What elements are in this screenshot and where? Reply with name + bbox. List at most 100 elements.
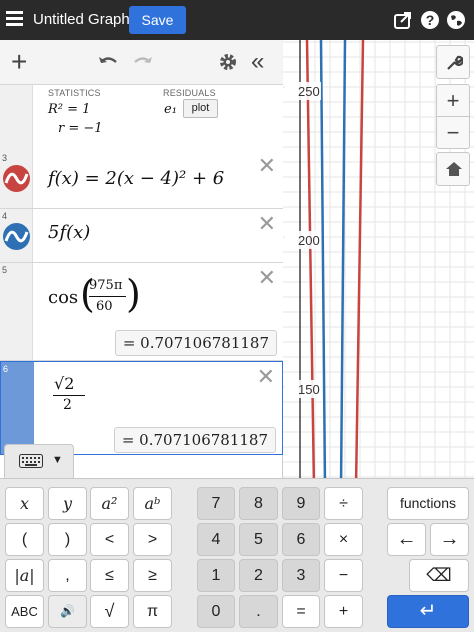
expression-gutter: 4 xyxy=(0,209,33,262)
expression-number: 4 xyxy=(2,211,8,221)
cos-function[interactable]: cos xyxy=(48,287,78,308)
backspace-icon[interactable]: ⌫ xyxy=(409,559,469,592)
cursor-left-arrow-icon[interactable]: ← xyxy=(387,523,426,556)
help-icon[interactable]: ? xyxy=(420,10,440,30)
expression-gutter: 3 xyxy=(0,151,33,208)
graph-title[interactable]: Untitled Graph xyxy=(33,11,130,28)
expression-number: 3 xyxy=(2,153,8,163)
graph-toggle-icon[interactable] xyxy=(3,165,30,192)
y-tick-label: 200 xyxy=(298,233,320,248)
key-0[interactable]: 0 xyxy=(197,595,235,628)
statistics-label: STATISTICS xyxy=(48,88,101,98)
expression-row[interactable]: 4 5f(x) ✕ xyxy=(0,209,283,263)
fraction-numerator[interactable]: 975π xyxy=(89,278,122,293)
delete-expression-icon[interactable]: ✕ xyxy=(257,366,275,388)
key-divide[interactable]: ÷ xyxy=(324,487,363,520)
expression-gutter: 5 xyxy=(0,263,33,360)
key-y[interactable]: y xyxy=(48,487,87,520)
expression-row[interactable]: 5 cos ( 975π 60 ) ✕ = 0.707106781187 xyxy=(0,263,283,361)
expression-latex[interactable]: f(x) = 2(x − 4)² + 6 xyxy=(48,168,224,189)
y-tick-label: 250 xyxy=(298,84,320,99)
key-9[interactable]: 9 xyxy=(282,487,320,520)
key-2[interactable]: 2 xyxy=(239,559,278,592)
expression-number: 6 xyxy=(3,364,9,374)
key-comma[interactable]: , xyxy=(48,559,87,592)
r-value: r = −1 xyxy=(58,121,103,136)
enter-key-icon[interactable]: ↵ xyxy=(387,595,469,628)
share-icon[interactable] xyxy=(393,10,413,30)
evaluation-result: = 0.707106781187 xyxy=(114,330,277,356)
expression-toolbar: + « xyxy=(0,40,283,85)
settings-gear-icon[interactable] xyxy=(219,53,237,71)
expression-list: + « STATISTICS RESIDUALS R² = 1 r = −1 e… xyxy=(0,40,283,488)
graph-canvas[interactable]: 250 200 150 + − xyxy=(283,40,474,488)
plot-residuals-button[interactable]: plot xyxy=(183,99,218,118)
keyboard-toggle[interactable]: ▼ xyxy=(4,444,74,478)
key-greater-equal[interactable]: ≥ xyxy=(133,559,172,592)
undo-icon[interactable] xyxy=(98,54,118,70)
cursor-right-arrow-icon[interactable]: → xyxy=(430,523,469,556)
key-absolute-value[interactable]: |a| xyxy=(5,559,44,592)
hamburger-menu-icon[interactable] xyxy=(6,11,23,26)
key-less-equal[interactable]: ≤ xyxy=(90,559,129,592)
default-viewport-button[interactable] xyxy=(436,152,470,186)
key-less-than[interactable]: < xyxy=(90,523,129,556)
close-paren: ) xyxy=(126,272,141,316)
key-minus[interactable]: − xyxy=(324,559,363,592)
expression-gutter: 6 xyxy=(1,362,34,454)
graph-settings-button[interactable] xyxy=(436,45,470,79)
evaluation-result: = 0.707106781187 xyxy=(113,427,276,453)
key-7[interactable]: 7 xyxy=(197,487,235,520)
add-item-icon[interactable]: + xyxy=(11,48,27,76)
expression-number: 5 xyxy=(2,265,8,275)
zoom-out-button[interactable]: − xyxy=(436,116,470,149)
key-pi[interactable]: π xyxy=(133,595,172,628)
key-close-paren[interactable]: ) xyxy=(48,523,87,556)
key-5[interactable]: 5 xyxy=(239,523,278,556)
keyboard-icon xyxy=(19,454,43,468)
fraction-denominator[interactable]: 2 xyxy=(63,397,72,413)
fraction-denominator[interactable]: 60 xyxy=(96,299,113,314)
zoom-in-button[interactable]: + xyxy=(436,84,470,117)
top-bar: Untitled Graph Save ? xyxy=(0,0,474,40)
curve-f xyxy=(305,40,316,488)
math-keypad: x y a² aᵇ 7 8 9 ÷ functions ( ) < > 4 5 … xyxy=(0,478,474,632)
key-x[interactable]: x xyxy=(5,487,44,520)
collapse-panel-icon[interactable]: « xyxy=(251,49,264,75)
r-squared-value: R² = 1 xyxy=(48,102,91,117)
graph-toggle-icon[interactable] xyxy=(3,223,30,250)
expression-row[interactable]: 3 f(x) = 2(x − 4)² + 6 ✕ xyxy=(0,151,283,209)
delete-expression-icon[interactable]: ✕ xyxy=(258,155,276,177)
abc-keyboard-button[interactable]: ABC xyxy=(5,595,44,628)
key-open-paren[interactable]: ( xyxy=(5,523,44,556)
key-decimal[interactable]: . xyxy=(239,595,278,628)
save-button[interactable]: Save xyxy=(129,6,186,34)
key-4[interactable]: 4 xyxy=(197,523,235,556)
home-icon xyxy=(446,162,462,176)
key-1[interactable]: 1 xyxy=(197,559,235,592)
key-plus[interactable]: + xyxy=(324,595,363,628)
key-sqrt[interactable]: √ xyxy=(90,595,129,628)
key-multiply[interactable]: × xyxy=(324,523,363,556)
key-greater-than[interactable]: > xyxy=(133,523,172,556)
chevron-down-icon: ▼ xyxy=(52,454,63,466)
fraction-bar xyxy=(89,296,126,297)
key-3[interactable]: 3 xyxy=(282,559,320,592)
fraction-numerator[interactable]: √2 xyxy=(54,374,74,393)
key-8[interactable]: 8 xyxy=(239,487,278,520)
expression-latex[interactable]: 5f(x) xyxy=(48,222,90,243)
key-squared[interactable]: a² xyxy=(90,487,129,520)
key-6[interactable]: 6 xyxy=(282,523,320,556)
delete-expression-icon[interactable]: ✕ xyxy=(258,267,276,289)
curve-5f xyxy=(319,40,327,488)
key-power[interactable]: aᵇ xyxy=(133,487,172,520)
key-equals[interactable]: = xyxy=(282,595,320,628)
curve-5f xyxy=(339,40,347,488)
globe-icon[interactable] xyxy=(446,10,466,30)
functions-button[interactable]: functions xyxy=(387,487,469,520)
expression-row-selected[interactable]: 6 √2 2 ✕ = 0.707106781187 xyxy=(0,361,283,455)
redo-icon[interactable] xyxy=(133,54,153,70)
audio-speaker-icon[interactable]: 🔊 xyxy=(48,595,87,628)
delete-expression-icon[interactable]: ✕ xyxy=(258,213,276,235)
residual-variable: e₁ xyxy=(164,102,177,117)
